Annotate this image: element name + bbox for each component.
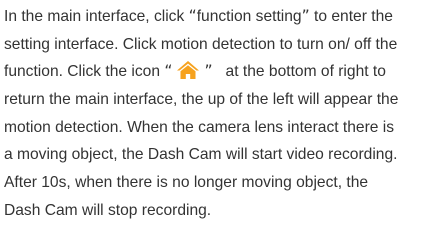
home-icon — [176, 60, 200, 80]
instruction-paragraph: In the main interface, click “function s… — [4, 3, 446, 225]
line-3-text-after: at the bottom of right to — [212, 63, 386, 81]
paragraph-line-3: function. Click the icon “ ” at the bott… — [4, 58, 446, 86]
icon-close-quote: ” — [204, 62, 213, 81]
open-quote: “ — [188, 7, 197, 25]
paragraph-line-1: In the main interface, click “function s… — [4, 3, 446, 31]
paragraph-line-4: return the main interface, the up of the… — [4, 91, 399, 109]
paragraph-line-6: a moving object, the Dash Cam will start… — [4, 146, 398, 164]
function-setting-term: function setting — [196, 8, 302, 25]
close-quote: ” — [301, 7, 310, 25]
icon-open-quote: “ — [164, 62, 173, 81]
line-3-text-before: function. Click the icon — [4, 63, 165, 81]
paragraph-line-8: Dash Cam will stop recording. — [4, 201, 212, 219]
line-1-text-after: to enter the — [309, 8, 393, 25]
paragraph-line-2: setting interface. Click motion detectio… — [4, 35, 398, 53]
line-1-text-before: In the main interface, click — [4, 8, 189, 25]
paragraph-line-7: After 10s, when there is no longer movin… — [4, 174, 369, 192]
paragraph-line-5: motion detection. When the camera lens i… — [4, 118, 395, 136]
